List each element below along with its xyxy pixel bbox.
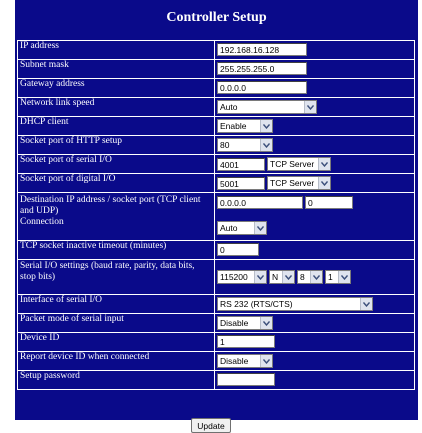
report-id-select[interactable]: Disable	[217, 354, 273, 368]
http-port-value: 80	[220, 140, 230, 150]
destination-port-input[interactable]: 0	[305, 196, 353, 209]
chevron-down-icon	[254, 271, 266, 283]
submit-area: Update	[0, 414, 422, 433]
ip-address-label: IP address	[17, 40, 215, 60]
row-http-port: Socket port of HTTP setup 80	[17, 135, 415, 155]
serial-interface-label: Interface of serial I/O	[17, 294, 215, 314]
dhcp-select[interactable]: Enable	[217, 119, 273, 133]
chevron-down-icon	[260, 317, 272, 329]
serial-interface-select[interactable]: RS 232 (RTS/CTS)	[217, 297, 373, 311]
baud-rate-select[interactable]: 115200	[217, 270, 267, 284]
device-id-input[interactable]: 1	[217, 335, 275, 348]
row-gateway: Gateway address 0.0.0.0	[17, 78, 415, 98]
row-device-id: Device ID 1	[17, 332, 415, 352]
row-tcp-timeout: TCP socket inactive timeout (minutes) 0	[17, 240, 415, 260]
http-port-label: Socket port of HTTP setup	[17, 135, 215, 155]
destination-label: Destination IP address / socket port (TC…	[20, 195, 201, 216]
connection-value: Auto	[220, 223, 238, 233]
packet-mode-label: Packet mode of serial input	[17, 313, 215, 333]
password-label: Setup password	[17, 370, 215, 390]
data-bits-value: 8	[300, 272, 305, 282]
gateway-label: Gateway address	[17, 78, 215, 98]
row-serial-port: Socket port of serial I/O 4001 TCP Server	[17, 154, 415, 174]
chevron-down-icon	[318, 158, 330, 170]
dhcp-value: Enable	[220, 121, 247, 131]
row-report-id: Report device ID when connected Disable	[17, 351, 415, 371]
parity-select[interactable]: N	[269, 270, 295, 284]
link-speed-value: Auto	[220, 102, 238, 112]
row-subnet-mask: Subnet mask 255.255.255.0	[17, 59, 415, 79]
destination-ip-input[interactable]: 0.0.0.0	[217, 196, 303, 209]
chevron-down-icon	[254, 222, 266, 234]
digital-mode-select[interactable]: TCP Server	[267, 176, 331, 190]
row-dhcp: DHCP client Enable	[17, 116, 415, 136]
chevron-down-icon	[282, 271, 294, 283]
chevron-down-icon	[304, 101, 316, 113]
row-digital-port: Socket port of digital I/O 5001 TCP Serve…	[17, 173, 415, 193]
serial-mode-select[interactable]: TCP Server	[267, 157, 331, 171]
row-destination: Destination IP address / socket port (TC…	[17, 192, 415, 241]
subnet-mask-input[interactable]: 255.255.255.0	[217, 62, 307, 75]
digital-mode-value: TCP Server	[270, 178, 315, 188]
tcp-timeout-input[interactable]: 0	[217, 243, 259, 256]
packet-mode-value: Disable	[220, 318, 249, 328]
chevron-down-icon	[260, 139, 272, 151]
chevron-down-icon	[310, 271, 322, 283]
data-bits-select[interactable]: 8	[297, 270, 323, 284]
settings-table: IP address 192.168.16.128 Subnet mask 25…	[17, 40, 415, 390]
password-input[interactable]	[217, 373, 275, 386]
row-password: Setup password	[17, 370, 415, 390]
parity-value: N	[272, 272, 279, 282]
report-id-label: Report device ID when connected	[17, 351, 215, 371]
serial-mode-value: TCP Server	[270, 159, 315, 169]
chevron-down-icon	[338, 271, 350, 283]
connection-select[interactable]: Auto	[217, 221, 267, 235]
subnet-mask-label: Subnet mask	[17, 59, 215, 79]
tcp-timeout-label: TCP socket inactive timeout (minutes)	[17, 240, 215, 260]
digital-port-input[interactable]: 5001	[217, 176, 265, 190]
connection-label: Connection	[20, 217, 64, 227]
stop-bits-value: 1	[328, 272, 333, 282]
serial-interface-value: RS 232 (RTS/CTS)	[220, 299, 293, 309]
controller-setup-panel: Controller Setup IP address 192.168.16.1…	[15, 0, 418, 420]
chevron-down-icon	[360, 298, 372, 310]
packet-mode-select[interactable]: Disable	[217, 316, 273, 330]
stop-bits-select[interactable]: 1	[325, 270, 351, 284]
chevron-down-icon	[318, 177, 330, 189]
row-link-speed: Network link speed Auto	[17, 97, 415, 117]
row-serial-settings: Serial I/O settings (baud rate, parity, …	[17, 259, 415, 295]
page-title: Controller Setup	[166, 10, 267, 25]
ip-address-input[interactable]: 192.168.16.128	[217, 43, 307, 56]
baud-rate-value: 115200	[220, 272, 248, 282]
gateway-input[interactable]: 0.0.0.0	[217, 81, 307, 94]
link-speed-select[interactable]: Auto	[217, 100, 317, 114]
row-packet-mode: Packet mode of serial input Disable	[17, 313, 415, 333]
chevron-down-icon	[260, 120, 272, 132]
http-port-select[interactable]: 80	[217, 138, 273, 152]
serial-port-label: Socket port of serial I/O	[17, 154, 215, 174]
digital-port-label: Socket port of digital I/O	[17, 173, 215, 193]
link-speed-label: Network link speed	[17, 97, 215, 117]
serial-port-input[interactable]: 4001	[217, 157, 265, 171]
chevron-down-icon	[260, 355, 272, 367]
row-serial-interface: Interface of serial I/O RS 232 (RTS/CTS)	[17, 294, 415, 314]
row-ip-address: IP address 192.168.16.128	[17, 40, 415, 60]
device-id-label: Device ID	[17, 332, 215, 352]
report-id-value: Disable	[220, 356, 249, 366]
serial-settings-label: Serial I/O settings (baud rate, parity, …	[17, 259, 215, 295]
dhcp-label: DHCP client	[17, 116, 215, 136]
